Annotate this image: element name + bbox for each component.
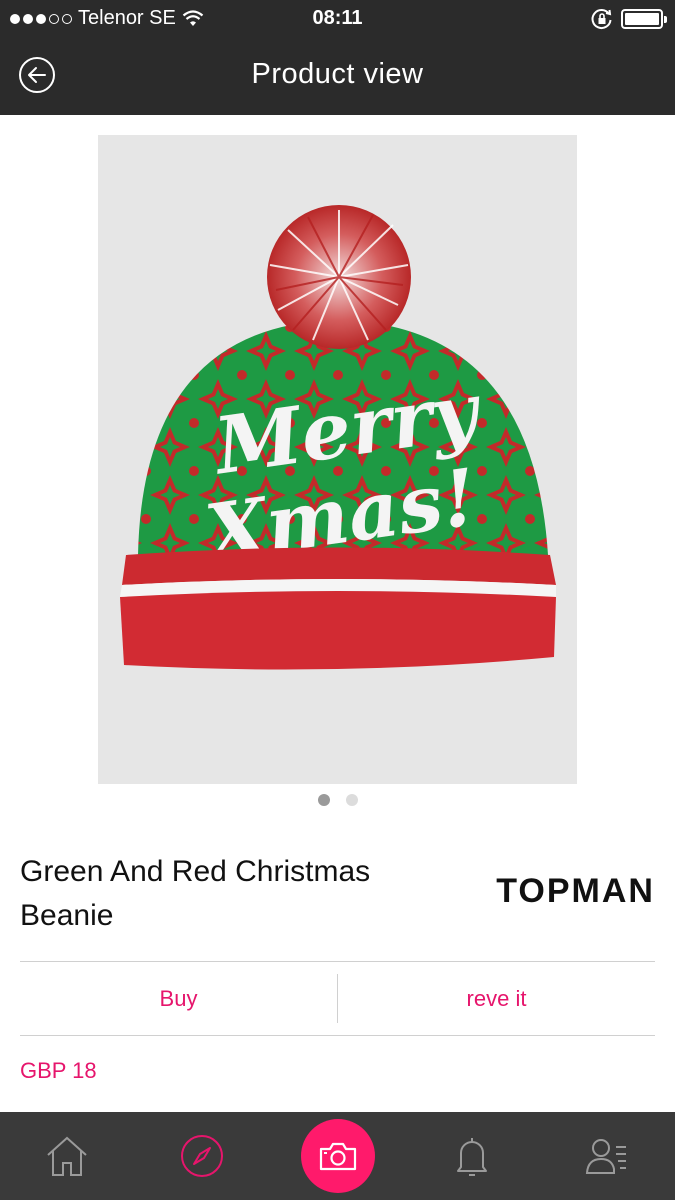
tab-discover[interactable] <box>157 1112 247 1200</box>
image-pager[interactable] <box>0 794 675 806</box>
bell-icon <box>457 1138 487 1176</box>
product-image[interactable]: Merry Xmas! <box>98 135 577 784</box>
brand-logo[interactable]: TOPMAN <box>496 872 655 911</box>
buy-button[interactable]: Buy <box>20 962 337 1035</box>
battery-icon <box>621 9 667 29</box>
product-name: Green And Red Christmas Beanie <box>20 855 371 932</box>
divider <box>20 1035 655 1036</box>
page-title: Product view <box>251 58 424 90</box>
profile-list-icon <box>585 1139 626 1174</box>
tab-home[interactable] <box>22 1112 112 1200</box>
status-bar: Telenor SE 08:11 <box>0 0 675 38</box>
product-price: GBP 18 <box>20 1058 97 1083</box>
reve-it-button[interactable]: reve it <box>338 962 655 1035</box>
status-right <box>591 8 667 30</box>
clock: 08:11 <box>312 7 363 29</box>
camera-button[interactable] <box>301 1119 375 1193</box>
beanie-hat-image: Merry Xmas! <box>98 135 577 784</box>
rotation-lock-icon <box>591 9 612 29</box>
camera-icon <box>319 1142 357 1171</box>
pager-dot[interactable] <box>317 794 330 806</box>
compass-icon <box>181 1135 223 1177</box>
navigation-bar: Product view <box>0 38 675 115</box>
home-icon <box>47 1136 87 1176</box>
tab-profile[interactable] <box>562 1112 652 1200</box>
action-row: Buy reve it <box>20 962 655 1035</box>
tab-notifications[interactable] <box>427 1112 517 1200</box>
pager-dot[interactable] <box>345 794 358 806</box>
